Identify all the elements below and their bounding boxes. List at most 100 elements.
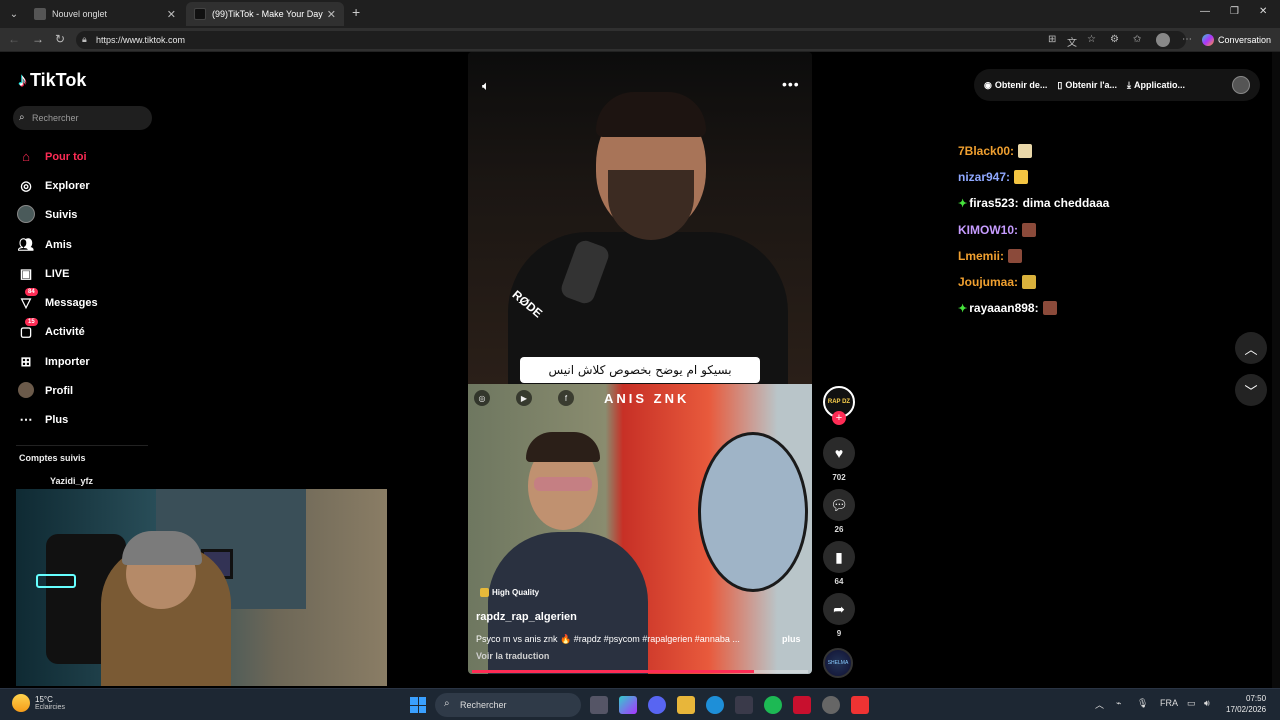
url-bar[interactable]: 🔒︎ https://www.tiktok.com — [76, 31, 1186, 49]
sidebar-item-label: Plus — [45, 414, 69, 427]
close-window-icon[interactable]: ✕ — [1259, 6, 1267, 17]
weather-temp: 15°C — [35, 695, 53, 704]
chat-message: ✦ firas523: dima cheddaaa — [958, 190, 1109, 216]
app-red-icon[interactable] — [793, 696, 811, 714]
spotify-icon[interactable] — [764, 696, 782, 714]
chat-username: Lmemii: — [958, 248, 1005, 263]
sidebar-item-label: Messages — [45, 297, 98, 310]
profile-avatar[interactable] — [1156, 33, 1170, 47]
favorite-star-icon[interactable]: ☆ — [1087, 34, 1096, 45]
followed-account-item[interactable]: Yazidi_yfz — [50, 476, 93, 486]
sidebar-item-pour-toi[interactable]: ⌂ Pour toi — [16, 142, 146, 171]
tab-actions-menu-icon[interactable]: ⌄ — [4, 4, 24, 24]
video-progress-bar[interactable] — [472, 670, 808, 673]
app-available-icon[interactable]: ⊞ — [1048, 34, 1056, 45]
copilot-button[interactable]: Conversation — [1202, 32, 1271, 48]
get-coins-link[interactable]: ◉ Obtenir de... — [984, 80, 1047, 91]
share-button[interactable]: ➦ — [823, 593, 855, 625]
settings-more-icon[interactable]: ⋯ — [1182, 34, 1192, 45]
tab-label: Nouvel onglet — [52, 9, 108, 19]
copilot-taskbar-icon[interactable] — [619, 696, 637, 714]
translate-icon[interactable]: 文 — [1067, 34, 1077, 49]
close-tab-icon[interactable]: ✕ — [327, 8, 336, 21]
file-explorer-icon[interactable] — [677, 696, 695, 714]
like-button[interactable]: ♥ — [823, 437, 855, 469]
edge-icon[interactable] — [706, 696, 724, 714]
tiktok-logo[interactable]: ♪ TikTok — [18, 70, 86, 91]
video-graffiti — [698, 432, 808, 592]
network-icon[interactable]: ⌁ — [1116, 698, 1121, 709]
volume-icon[interactable]: 🔈︎ — [482, 78, 490, 94]
search-icon: ⌕ — [444, 698, 450, 709]
next-video-button[interactable]: ﹀ — [1235, 374, 1267, 406]
task-view-icon[interactable] — [590, 696, 608, 714]
sidebar-item-amis[interactable]: 👥︎ Amis — [16, 230, 146, 259]
download-icon: ⤓ — [1126, 79, 1131, 90]
discord-icon[interactable] — [648, 696, 666, 714]
weather-icon — [12, 694, 30, 712]
weather-widget[interactable]: 15°C Eclaircies — [12, 694, 65, 712]
volume-tray-icon[interactable]: 🔊︎ — [1204, 698, 1210, 709]
app-b-icon[interactable] — [851, 696, 869, 714]
sidebar-divider — [16, 445, 148, 446]
sidebar-item-activite[interactable]: ▢ 15 Activité — [16, 317, 146, 347]
video-more-options-icon[interactable]: ••• — [782, 76, 800, 92]
get-app-link[interactable]: ▯ Obtenir l'a... — [1057, 80, 1117, 91]
sidebar-item-messages[interactable]: ▽ 84 Messages — [16, 288, 146, 317]
minimize-icon[interactable]: — — [1200, 6, 1210, 17]
heart-icon: ♥ — [834, 445, 844, 461]
activity-badge: 15 — [25, 317, 38, 326]
sidebar-item-explorer[interactable]: ◎ Explorer — [16, 171, 146, 200]
follow-plus-button[interactable]: + — [832, 411, 846, 425]
sidebar-item-profil[interactable]: Profil — [16, 376, 146, 405]
video-channel-brand: ANIS ZNK — [604, 390, 690, 406]
video-player[interactable]: RØDE بسيكو ام يوضح بخصوص كلاش انيس ◎ ▶ f… — [468, 52, 812, 674]
previous-video-button[interactable]: ︿ — [1235, 332, 1267, 364]
chat-username: KIMOW10: — [958, 222, 1018, 237]
browser-tab-strip: ⌄ Nouvel onglet ✕ (99)TikTok - Make Your… — [0, 0, 1280, 28]
extensions-icon[interactable]: ⚙ — [1110, 34, 1119, 45]
sidebar-item-plus[interactable]: ⋯ Plus — [16, 406, 146, 435]
page-scrollbar[interactable] — [1272, 52, 1280, 688]
tab-new-tab[interactable]: Nouvel onglet ✕ — [26, 2, 184, 26]
sidebar-item-live[interactable]: ▣ LIVE — [16, 259, 146, 288]
music-disc-text: SHELMA — [827, 660, 849, 666]
obs-icon[interactable] — [822, 696, 840, 714]
tray-chevron-icon[interactable]: ︿ — [1095, 698, 1104, 711]
share-count: 9 — [836, 629, 842, 638]
new-tab-button[interactable]: + — [352, 4, 360, 20]
mic-icon[interactable]: 🎙︎ — [1137, 698, 1148, 709]
sidebar-item-suivis[interactable]: Suivis — [16, 201, 146, 230]
chat-message: KIMOW10: — [958, 217, 1109, 243]
tiktok-favicon-icon — [194, 8, 206, 20]
url-text: https://www.tiktok.com — [96, 35, 186, 45]
search-input[interactable]: ⌕ Rechercher — [13, 106, 152, 130]
close-tab-icon[interactable]: ✕ — [167, 8, 176, 21]
description-more-link[interactable]: plus — [782, 634, 801, 644]
save-button[interactable]: ▮ — [823, 541, 855, 573]
see-translation-link[interactable]: Voir la traduction — [476, 651, 549, 661]
more-icon: ⋯ — [19, 412, 33, 428]
maximize-icon[interactable]: ❐ — [1230, 6, 1239, 17]
tab-tiktok[interactable]: (99)TikTok - Make Your Day ✕ — [186, 2, 344, 26]
like-count: 702 — [832, 473, 846, 482]
back-icon[interactable]: ← — [8, 32, 20, 46]
display-icon[interactable]: ▭ — [1187, 698, 1196, 709]
chat-message: Joujumaa: — [958, 269, 1109, 295]
store-icon[interactable] — [735, 696, 753, 714]
get-app-label: Obtenir l'a... — [1065, 80, 1117, 90]
start-button[interactable] — [410, 697, 426, 713]
video-subtitle: بسيكو ام يوضح بخصوص كلاش انيس — [520, 357, 760, 383]
taskbar-search[interactable]: ⌕ Rechercher — [435, 693, 581, 717]
music-disc[interactable]: SHELMA — [823, 648, 853, 678]
sidebar-item-importer[interactable]: ⊞ Importer — [16, 347, 146, 376]
video-author[interactable]: rapdz_rap_algerien — [476, 611, 577, 623]
forward-icon[interactable]: → — [32, 32, 44, 46]
collections-icon[interactable]: ✩ — [1133, 34, 1141, 45]
clock[interactable]: 07:50 17/02/2026 — [1226, 693, 1266, 715]
language-indicator[interactable]: FRA — [1160, 698, 1178, 708]
comment-button[interactable]: 💬︎ — [823, 489, 855, 521]
reload-icon[interactable]: ↻ — [55, 32, 65, 46]
desktop-app-link[interactable]: ⤓ Applicatio... — [1127, 80, 1185, 91]
user-avatar[interactable] — [1232, 76, 1250, 94]
